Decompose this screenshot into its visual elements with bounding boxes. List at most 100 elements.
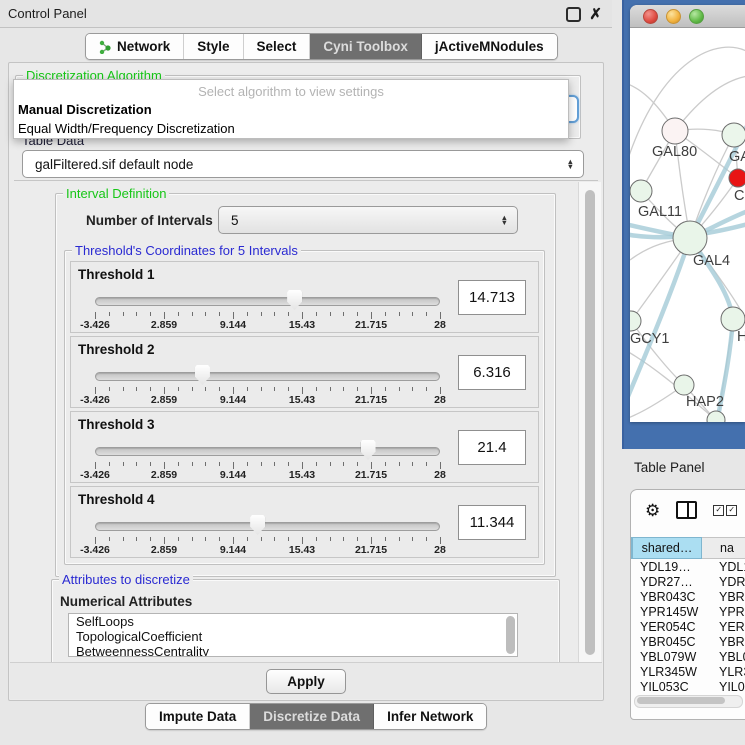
cell-name[interactable]: YER0 (708, 620, 745, 635)
threshold-slider[interactable]: -3.4262.8599.14415.4321.71528 (95, 363, 440, 403)
apply-button[interactable]: Apply (266, 669, 346, 694)
attribute-list-item[interactable]: TopologicalCoefficient (69, 629, 517, 644)
threshold-slider[interactable]: -3.4262.8599.14415.4321.71528 (95, 288, 440, 328)
settings-scrollbar[interactable] (578, 182, 601, 664)
checkbox-icon[interactable]: ✓ (713, 505, 724, 516)
slider-thumb[interactable] (195, 365, 210, 385)
cell-name[interactable]: YDR2 (708, 575, 745, 590)
slider-track[interactable] (95, 372, 440, 381)
slider-track[interactable] (95, 522, 440, 531)
attribute-list-item[interactable]: BetweennessCentrality (69, 644, 517, 657)
numerical-attributes-list[interactable]: SelfLoopsTopologicalCoefficientBetweenne… (68, 613, 518, 657)
gear-icon[interactable]: ⚙ (645, 502, 660, 519)
attribute-list-item[interactable]: SelfLoops (69, 614, 517, 629)
slider-tick-label: 2.859 (151, 394, 177, 406)
zoom-traffic-light-icon[interactable] (689, 9, 704, 24)
table-row[interactable]: YIL053CYIL0 (631, 680, 745, 694)
cell-name[interactable]: YBR0 (708, 590, 745, 605)
table-hscrollbar-thumb[interactable] (637, 697, 725, 704)
network-node-gal4[interactable] (673, 221, 707, 255)
slider-tick-label: 15.43 (289, 394, 315, 406)
columns-icon[interactable] (676, 501, 697, 519)
cell-shared-name[interactable]: YLR345W (631, 665, 708, 680)
slider-tick (302, 537, 303, 544)
checkbox-icon[interactable]: ✓ (726, 505, 737, 516)
slider-tick (343, 537, 344, 541)
tab-select[interactable]: Select (244, 34, 311, 59)
slider-thumb[interactable] (361, 440, 376, 460)
combo-down-arrow: ▼ (501, 220, 508, 225)
threshold-slider[interactable]: -3.4262.8599.14415.4321.71528 (95, 438, 440, 478)
network-node-h[interactable] (721, 307, 745, 331)
table-header-shared-name[interactable]: shared… (631, 537, 702, 559)
algorithm-popup-item[interactable]: Manual Discretization (14, 101, 568, 120)
list-scrollbar[interactable] (506, 616, 515, 654)
threshold-slider[interactable]: -3.4262.8599.14415.4321.71528 (95, 513, 440, 553)
slider-track[interactable] (95, 447, 440, 456)
table-data-value: galFiltered.sif default node (35, 157, 567, 172)
number-of-intervals-combo[interactable]: 5 ▲▼ (218, 206, 518, 234)
cell-shared-name[interactable]: YDL19… (631, 560, 708, 575)
minimize-traffic-light-icon[interactable] (666, 9, 681, 24)
cell-name[interactable]: YLR3 (708, 665, 745, 680)
tab-style[interactable]: Style (184, 34, 243, 59)
slider-thumb[interactable] (250, 515, 265, 535)
tab-discretize-data[interactable]: Discretize Data (250, 704, 374, 729)
tab-network[interactable]: Network (86, 34, 184, 59)
threshold-value-field[interactable]: 21.4 (458, 430, 526, 465)
table-hscrollbar[interactable] (634, 695, 743, 708)
cell-shared-name[interactable]: YBL079W (631, 650, 708, 665)
table-header-name[interactable]: na (702, 537, 745, 559)
slider-tick (440, 312, 441, 319)
table-row[interactable]: YPR145WYPR1 (631, 605, 745, 620)
network-node-hap2[interactable] (674, 375, 694, 395)
slider-tick (343, 462, 344, 466)
cell-shared-name[interactable]: YPR145W (631, 605, 708, 620)
cell-shared-name[interactable]: YDR27… (631, 575, 708, 590)
algorithm-popup-item[interactable]: Equal Width/Frequency Discretization (14, 120, 568, 139)
table-row[interactable]: YLR345WYLR3 (631, 665, 745, 680)
slider-thumb[interactable] (287, 290, 302, 310)
tab-impute-data[interactable]: Impute Data (146, 704, 250, 729)
cell-name[interactable]: YIL0 (708, 680, 745, 694)
tab-cyni-toolbox[interactable]: Cyni Toolbox (310, 34, 422, 59)
table-row[interactable]: YER054CYER0 (631, 620, 745, 635)
column-visibility-checkboxes[interactable]: ✓ ✓ (713, 505, 737, 516)
table-row[interactable]: YDR27…YDR2 (631, 575, 745, 590)
cell-name[interactable]: YDL1 (708, 560, 745, 575)
float-window-icon[interactable] (566, 7, 581, 22)
network-node-ga[interactable] (722, 123, 745, 147)
cell-name[interactable]: YPR1 (708, 605, 745, 620)
table-data-combo[interactable]: galFiltered.sif default node ▲▼ (22, 150, 584, 178)
slider-tick (192, 462, 193, 466)
slider-tick (247, 537, 248, 541)
network-node-gal11[interactable] (630, 180, 652, 202)
tab-label: Cyni Toolbox (323, 39, 408, 54)
network-canvas[interactable]: GAL80GACGAL11GAL4GCY1HHAP2 (630, 28, 745, 422)
network-node-c[interactable] (729, 169, 745, 187)
slider-track[interactable] (95, 297, 440, 306)
threshold-value-field[interactable]: 14.713 (458, 280, 526, 315)
cell-shared-name[interactable]: YBR045C (631, 635, 708, 650)
cell-shared-name[interactable]: YBR043C (631, 590, 708, 605)
cell-shared-name[interactable]: YIL053C (631, 680, 708, 694)
settings-scrollbar-thumb[interactable] (585, 190, 595, 655)
cell-name[interactable]: YBR0 (708, 635, 745, 650)
table-row[interactable]: YDL19…YDL1 (631, 560, 745, 575)
network-node-gcy1[interactable] (630, 311, 641, 331)
slider-tick (95, 462, 96, 469)
table-row[interactable]: YBR043CYBR0 (631, 590, 745, 605)
table-row[interactable]: YBR045CYBR0 (631, 635, 745, 650)
table-row[interactable]: YBL079WYBL0 (631, 650, 745, 665)
network-node-gal80[interactable] (662, 118, 688, 144)
cell-shared-name[interactable]: YER054C (631, 620, 708, 635)
slider-tick (302, 462, 303, 469)
close-panel-icon[interactable]: ✗ (589, 9, 602, 20)
tab-jactivemnodules[interactable]: jActiveMNodules (422, 34, 557, 59)
slider-tick (330, 312, 331, 316)
threshold-value-field[interactable]: 11.344 (458, 505, 526, 540)
threshold-value-field[interactable]: 6.316 (458, 355, 526, 390)
close-traffic-light-icon[interactable] (643, 9, 658, 24)
cell-name[interactable]: YBL0 (708, 650, 745, 665)
tab-infer-network[interactable]: Infer Network (374, 704, 486, 729)
